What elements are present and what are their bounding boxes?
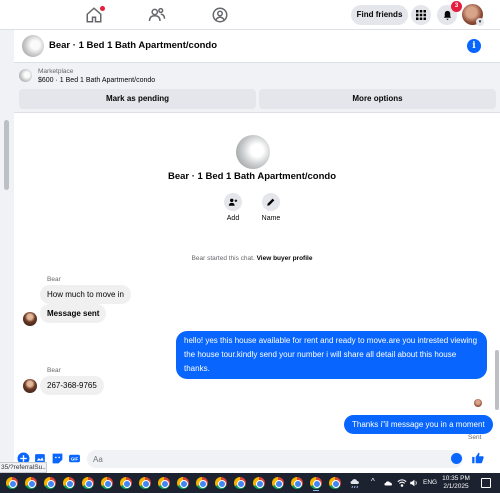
chat-header: Bear · 1 Bed 1 Bath Apartment/condo i	[14, 30, 500, 63]
chrome-taskbar-icon[interactable]	[99, 475, 115, 491]
top-navigation-bar: Find friends 3 ▾	[0, 0, 500, 30]
notification-count-badge: 3	[451, 1, 462, 12]
input-language[interactable]: ENG	[423, 479, 437, 486]
message-bubble-outgoing[interactable]: Thanks i"il message you in a moment	[344, 415, 493, 434]
sender-name: Bear	[47, 276, 61, 283]
chrome-taskbar-icon[interactable]	[175, 475, 191, 491]
marketplace-thumbnail	[19, 69, 32, 82]
view-buyer-profile-link[interactable]: View buyer profile	[257, 255, 313, 262]
chevron-down-icon[interactable]: ▾	[476, 18, 484, 26]
left-scroll-gutter	[0, 30, 14, 462]
clock-time: 10:35 PM	[442, 475, 470, 482]
windows-taskbar: ^ ENG 10:35 PM 2/1/2025	[0, 473, 500, 493]
mark-as-pending-button[interactable]: Mark as pending	[19, 89, 256, 109]
message-composer: GIF	[14, 447, 500, 471]
clock-date: 2/1/2025	[443, 483, 469, 490]
chrome-taskbar-icon[interactable]	[251, 475, 267, 491]
svg-text:GIF: GIF	[71, 456, 79, 461]
chat-started-text: Bear started this chat.	[191, 255, 255, 262]
emoji-icon[interactable]	[451, 453, 462, 464]
thumbs-up-icon[interactable]	[471, 451, 485, 465]
message-bubble-outgoing[interactable]: hello! yes this house available for rent…	[176, 331, 487, 379]
chrome-taskbar-icon[interactable]	[80, 475, 96, 491]
sender-name: Bear	[47, 367, 61, 374]
chrome-taskbar-icon[interactable]	[194, 475, 210, 491]
add-person-icon[interactable]	[224, 193, 242, 211]
chrome-taskbar-icon[interactable]	[61, 475, 77, 491]
pencil-icon[interactable]	[262, 193, 280, 211]
groups-icon[interactable]	[211, 6, 229, 24]
chat-title[interactable]: Bear · 1 Bed 1 Bath Apartment/condo	[49, 40, 217, 51]
onedrive-icon[interactable]	[384, 478, 394, 488]
info-icon[interactable]: i	[467, 39, 481, 53]
listing-avatar	[236, 135, 270, 169]
chrome-taskbar-icon[interactable]	[137, 475, 153, 491]
chrome-taskbar-icon[interactable]	[156, 475, 172, 491]
chrome-taskbar-icon[interactable]	[4, 475, 20, 491]
name-action[interactable]: Name	[256, 193, 286, 222]
message-bubble-incoming[interactable]: Message sent	[40, 304, 107, 323]
chrome-taskbar-icon[interactable]	[308, 475, 324, 491]
listing-title: Bear · 1 Bed 1 Bath Apartment/condo	[167, 171, 337, 182]
right-scrollbar-thumb[interactable]	[495, 350, 499, 410]
find-friends-button[interactable]: Find friends	[351, 5, 408, 25]
home-icon[interactable]	[85, 6, 105, 24]
listing-price[interactable]: $600 · 1 Bed 1 Bath Apartment/condo	[38, 77, 155, 84]
chat-started-notice: Bear started this chat. View buyer profi…	[14, 255, 490, 262]
wifi-icon[interactable]	[397, 478, 407, 488]
taskbar-clock[interactable]: 10:35 PM 2/1/2025	[441, 475, 471, 491]
more-options-button[interactable]: More options	[259, 89, 496, 109]
sender-avatar[interactable]	[23, 379, 37, 393]
seen-avatar	[474, 399, 482, 407]
chrome-taskbar-icon[interactable]	[289, 475, 305, 491]
chat-thread: Bear · 1 Bed 1 Bath Apartment/condo Add …	[14, 113, 500, 447]
notification-center-icon[interactable]	[481, 478, 491, 488]
chrome-taskbar-icon[interactable]	[327, 475, 343, 491]
weather-icon[interactable]	[349, 476, 361, 490]
chevron-up-icon[interactable]: ^	[371, 477, 375, 486]
marketplace-label: Marketplace	[38, 68, 74, 75]
speaker-icon[interactable]	[409, 478, 419, 488]
friends-icon[interactable]	[148, 6, 166, 24]
marketplace-panel: Marketplace $600 · 1 Bed 1 Bath Apartmen…	[14, 63, 500, 113]
message-input[interactable]	[87, 450, 463, 468]
chrome-taskbar-icon[interactable]	[23, 475, 39, 491]
listing-thumbnail[interactable]	[22, 35, 44, 57]
status-bar-url: 35/?referralSu...	[0, 462, 47, 473]
add-action[interactable]: Add	[218, 193, 248, 222]
gif-icon[interactable]: GIF	[68, 452, 81, 465]
left-scrollbar-thumb[interactable]	[4, 120, 9, 190]
message-bubble-incoming[interactable]: 267-368-9765	[40, 376, 104, 395]
chrome-taskbar-icon[interactable]	[213, 475, 229, 491]
chrome-taskbar-icon[interactable]	[118, 475, 134, 491]
home-notification-dot	[100, 6, 105, 11]
add-label: Add	[226, 215, 240, 222]
chrome-taskbar-icon[interactable]	[42, 475, 58, 491]
chrome-taskbar-icon[interactable]	[270, 475, 286, 491]
name-label: Name	[261, 215, 281, 222]
message-bubble-incoming[interactable]: How much to move in	[40, 285, 131, 304]
menu-grid-button[interactable]	[411, 5, 431, 25]
chrome-taskbar-icon[interactable]	[232, 475, 248, 491]
sender-avatar[interactable]	[23, 312, 37, 326]
sent-status: Sent	[468, 434, 482, 441]
sticker-icon[interactable]	[51, 452, 64, 465]
bell-icon	[443, 10, 451, 20]
grid-icon	[416, 10, 426, 20]
